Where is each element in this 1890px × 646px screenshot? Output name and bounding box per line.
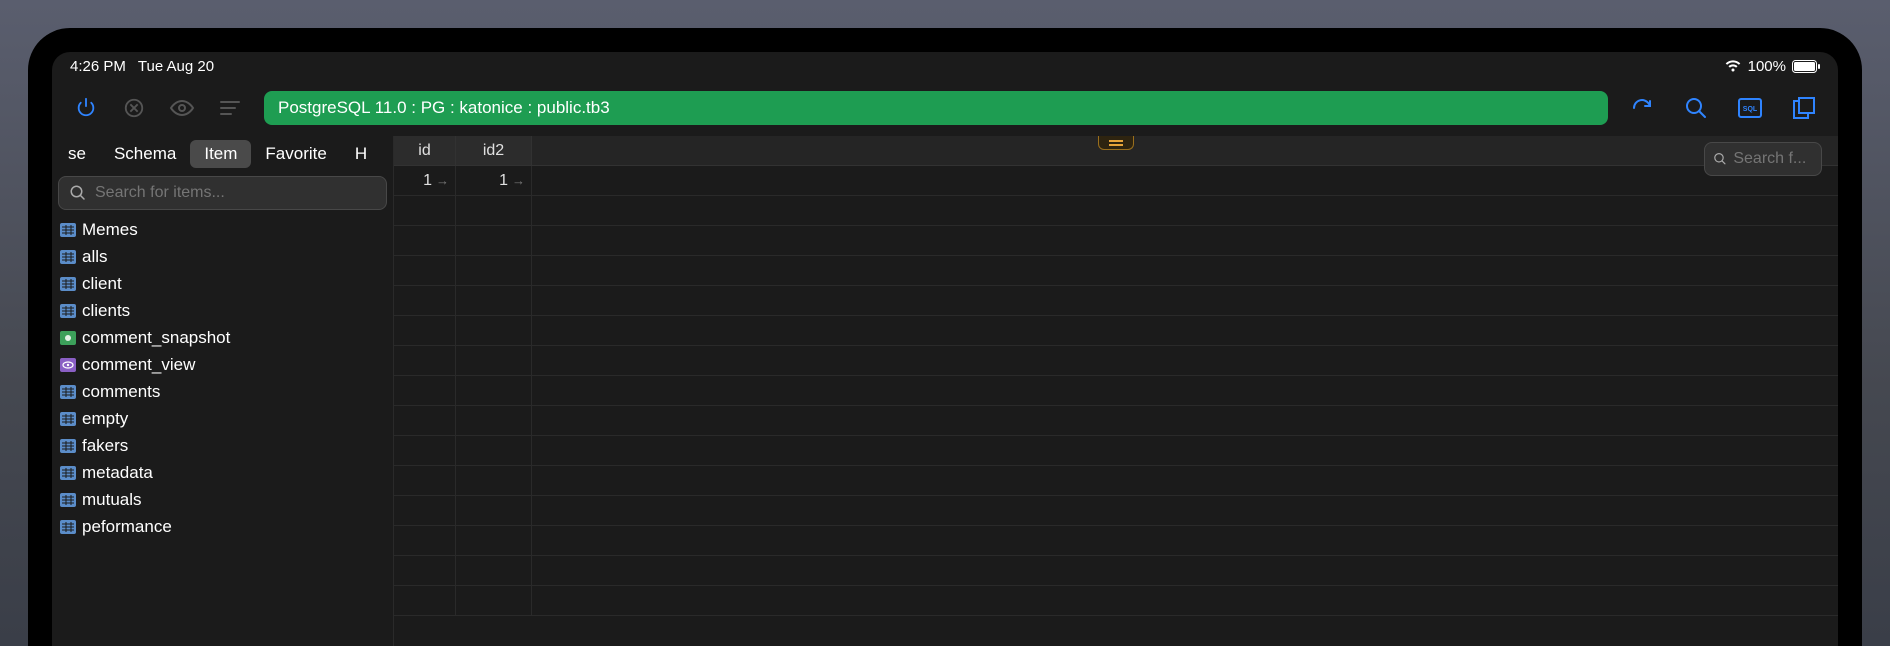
table-row: [394, 436, 1838, 466]
sidebar-tabs: se Schema Item Favorite H: [52, 136, 393, 172]
table-icon: [60, 439, 76, 453]
table-icon: [60, 412, 76, 426]
eye-icon[interactable]: [168, 94, 196, 122]
table-row: [394, 586, 1838, 616]
grid-body: 1 → 1 →: [394, 166, 1838, 616]
sidebar: se Schema Item Favorite H Memes alls clien…: [52, 136, 394, 646]
materialized-view-icon: [60, 331, 76, 345]
sidebar-item-label: comment_view: [82, 355, 195, 375]
sidebar-tab-se[interactable]: se: [54, 140, 100, 168]
svg-text:SQL: SQL: [1743, 106, 1758, 113]
table-icon: [60, 277, 76, 291]
sidebar-item[interactable]: Memes: [52, 216, 393, 243]
status-time: 4:26 PM: [70, 58, 126, 75]
cell-id[interactable]: 1 →: [394, 166, 456, 195]
view-icon: [60, 358, 76, 372]
sidebar-item-label: client: [82, 274, 122, 294]
sidebar-item[interactable]: client: [52, 270, 393, 297]
sidebar-tab-item[interactable]: Item: [190, 140, 251, 168]
data-grid: id id2 1 → 1 →: [394, 136, 1838, 646]
sidebar-item[interactable]: comment_snapshot: [52, 324, 393, 351]
sidebar-item-label: comment_snapshot: [82, 328, 230, 348]
table-row: [394, 226, 1838, 256]
search-icon: [1713, 150, 1727, 168]
search-icon[interactable]: [1682, 94, 1710, 122]
table-icon: [60, 304, 76, 318]
results-search[interactable]: [1704, 142, 1822, 176]
sidebar-item[interactable]: mutuals: [52, 486, 393, 513]
sidebar-item[interactable]: alls: [52, 243, 393, 270]
sidebar-tab-favorite[interactable]: Favorite: [251, 140, 340, 168]
sql-icon[interactable]: SQL: [1736, 94, 1764, 122]
sidebar-item-label: comments: [82, 382, 160, 402]
sidebar-item-label: empty: [82, 409, 128, 429]
app-toolbar: PostgreSQL 11.0 : PG : katonice : public…: [52, 80, 1838, 136]
search-icon: [69, 184, 87, 202]
table-row[interactable]: 1 → 1 →: [394, 166, 1838, 196]
table-icon: [60, 223, 76, 237]
wifi-icon: [1724, 59, 1742, 73]
sidebar-item[interactable]: comments: [52, 378, 393, 405]
table-row: [394, 346, 1838, 376]
cancel-icon[interactable]: [120, 94, 148, 122]
table-row: [394, 376, 1838, 406]
breadcrumb[interactable]: PostgreSQL 11.0 : PG : katonice : public…: [264, 91, 1608, 125]
sidebar-item-label: peformance: [82, 517, 172, 537]
table-row: [394, 196, 1838, 226]
table-row: [394, 286, 1838, 316]
sidebar-item-label: Memes: [82, 220, 138, 240]
power-icon[interactable]: [72, 94, 100, 122]
sidebar-tab-h[interactable]: H: [341, 140, 381, 168]
table-icon: [60, 493, 76, 507]
table-row: [394, 316, 1838, 346]
sidebar-item-label: clients: [82, 301, 130, 321]
sidebar-item-label: metadata: [82, 463, 153, 483]
table-icon: [60, 385, 76, 399]
table-row: [394, 466, 1838, 496]
drag-handle-icon[interactable]: [1098, 136, 1134, 150]
column-header-id2[interactable]: id2: [456, 136, 532, 165]
column-header-id[interactable]: id: [394, 136, 456, 165]
sidebar-item[interactable]: empty: [52, 405, 393, 432]
sidebar-item[interactable]: fakers: [52, 432, 393, 459]
results-search-input[interactable]: [1733, 150, 1813, 168]
sidebar-search[interactable]: [58, 176, 387, 210]
table-icon: [60, 250, 76, 264]
breadcrumb-text: PostgreSQL 11.0 : PG : katonice : public…: [278, 98, 610, 118]
table-row: [394, 406, 1838, 436]
status-date: Tue Aug 20: [138, 58, 214, 75]
table-row: [394, 496, 1838, 526]
sidebar-item[interactable]: peformance: [52, 513, 393, 540]
sidebar-item[interactable]: metadata: [52, 459, 393, 486]
refresh-icon[interactable]: [1628, 94, 1656, 122]
sidebar-item-label: alls: [82, 247, 108, 267]
sidebar-item-label: mutuals: [82, 490, 142, 510]
battery-icon: [1792, 60, 1820, 73]
sidebar-item[interactable]: comment_view: [52, 351, 393, 378]
table-icon: [60, 520, 76, 534]
sidebar-search-input[interactable]: [95, 184, 376, 202]
table-row: [394, 526, 1838, 556]
sidebar-list: Memes alls client clients comment_snapshotco…: [52, 216, 393, 646]
content-area: id id2 1 → 1 →: [394, 136, 1838, 646]
fk-arrow-icon[interactable]: →: [436, 173, 449, 188]
list-icon[interactable]: [216, 94, 244, 122]
sidebar-tab-schema[interactable]: Schema: [100, 140, 190, 168]
status-bar: 4:26 PM Tue Aug 20 100%: [52, 52, 1838, 80]
battery-percent: 100%: [1748, 58, 1786, 75]
table-row: [394, 256, 1838, 286]
table-icon: [60, 466, 76, 480]
sidebar-item[interactable]: clients: [52, 297, 393, 324]
fk-arrow-icon[interactable]: →: [512, 173, 525, 188]
sidebar-item-label: fakers: [82, 436, 128, 456]
cell-id2[interactable]: 1 →: [456, 166, 532, 195]
panels-icon[interactable]: [1790, 94, 1818, 122]
table-row: [394, 556, 1838, 586]
